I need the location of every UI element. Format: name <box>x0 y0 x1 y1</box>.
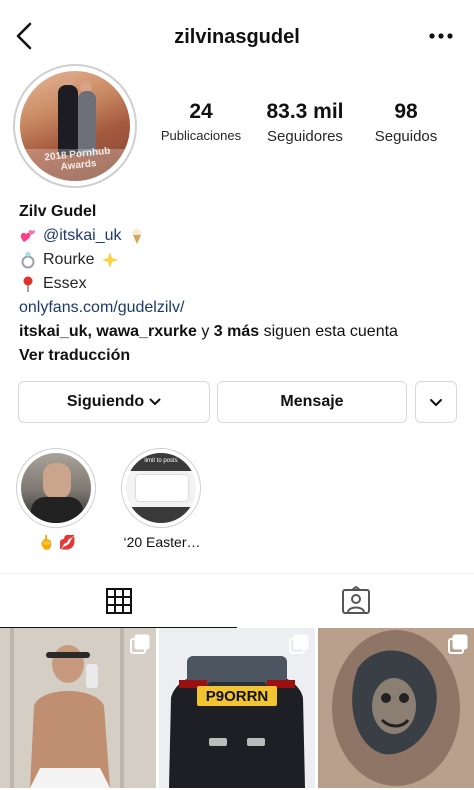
tagged-person-icon <box>341 586 370 614</box>
followed-by-text[interactable]: itskai_uk, wawa_rxurke y 3 más siguen es… <box>19 320 464 344</box>
top-bar: zilvinasgudel <box>0 0 474 72</box>
bio-line-location: Essex <box>19 272 464 296</box>
post-thumbnail[interactable] <box>318 628 474 788</box>
following-count-label: Seguidos <box>374 128 438 145</box>
options-button[interactable] <box>426 26 456 46</box>
profile-username: zilvinasgudel <box>174 26 300 48</box>
ring-icon <box>19 251 37 269</box>
followed-by-more: 3 más <box>213 323 260 340</box>
posts-grid: P9ORRN <box>0 628 474 790</box>
avatar-image: 2018 Pornhub Awards <box>20 71 130 181</box>
suggested-accounts-button[interactable] <box>415 381 457 423</box>
highlight-label: ‘20 Easter… <box>123 534 201 550</box>
posts-count[interactable]: 24 Publicaciones <box>150 100 252 143</box>
multiple-posts-icon <box>448 634 468 654</box>
following-button[interactable]: Siguiendo <box>18 381 210 423</box>
profile-tabs <box>0 573 474 628</box>
chevron-down-icon <box>430 398 442 406</box>
bio-partner-text: Rourke <box>43 251 95 268</box>
followers-count[interactable]: 83.3 mil Seguidores <box>254 100 356 145</box>
highlight-cover: limit to posts <box>121 448 201 528</box>
tab-tagged[interactable] <box>237 574 474 628</box>
posts-count-label: Publicaciones <box>160 128 242 143</box>
profile-full-name: Zilv Gudel <box>19 203 97 220</box>
profile-avatar[interactable]: 2018 Pornhub Awards <box>13 64 137 188</box>
message-button-label: Mensaje <box>280 393 344 410</box>
profile-bio: Zilv Gudel @itskai_uk Rourke Essex onlyf… <box>19 200 464 368</box>
following-count[interactable]: 98 Seguidos <box>358 100 454 145</box>
bio-website-link[interactable]: onlyfans.com/gudelzilv/ <box>19 296 184 320</box>
ice-cream-icon <box>128 227 146 245</box>
highlight-cover <box>16 448 96 528</box>
chevron-down-icon <box>149 398 161 405</box>
story-highlight[interactable]: 🖕 💋 <box>16 448 98 551</box>
pin-icon <box>19 275 37 293</box>
tab-grid[interactable] <box>0 574 237 628</box>
bio-mention-link[interactable]: @itskai_uk <box>43 224 122 248</box>
following-count-value: 98 <box>394 100 418 123</box>
followers-count-label: Seguidores <box>267 128 343 145</box>
see-translation-link[interactable]: Ver traducción <box>19 344 464 368</box>
followed-by-connector: y <box>201 323 210 340</box>
post-thumbnail[interactable]: P9ORRN <box>159 628 315 788</box>
followed-by-names: itskai_uk, wawa_rxurke <box>19 323 197 340</box>
message-button[interactable]: Mensaje <box>217 381 407 423</box>
multiple-posts-icon <box>289 634 309 654</box>
highlight-label: 🖕 💋 <box>37 534 77 550</box>
bio-location-text: Essex <box>43 275 87 292</box>
multiple-posts-icon <box>130 634 150 654</box>
followed-by-suffix: siguen esta cuenta <box>263 323 398 340</box>
posts-count-value: 24 <box>189 100 213 123</box>
profile-actions: Siguiendo Mensaje <box>18 381 458 423</box>
license-plate-text: P9ORRN <box>206 688 269 705</box>
highlight-cover-caption: limit to posts <box>144 458 178 464</box>
glowing-star-icon <box>101 251 119 269</box>
bio-line-partner: Rourke <box>19 248 464 272</box>
grid-icon <box>105 587 132 614</box>
story-highlight[interactable]: limit to posts ‘20 Easter… <box>121 448 203 550</box>
following-button-label: Siguiendo <box>66 393 145 410</box>
post-thumbnail[interactable] <box>0 628 156 788</box>
followers-count-value: 83.3 mil <box>266 100 344 123</box>
two-hearts-icon <box>19 227 37 245</box>
bio-line-mention: @itskai_uk <box>19 224 464 248</box>
more-dots-icon <box>429 33 453 39</box>
